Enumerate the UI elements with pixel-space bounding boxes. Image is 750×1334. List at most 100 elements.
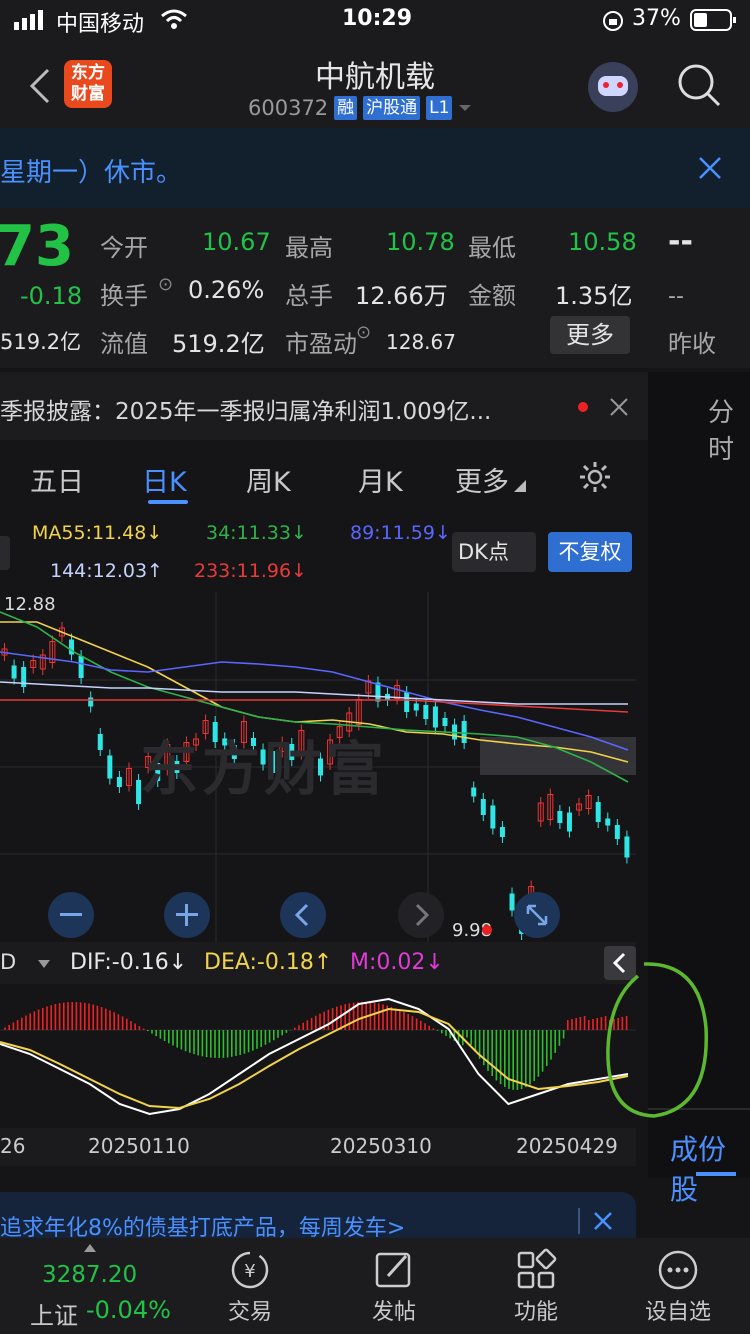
close-icon[interactable] [594,1212,612,1230]
macd-bar [495,1030,498,1081]
macd-bar [84,1002,86,1030]
more-button[interactable]: 更多 [550,316,630,354]
macd-bar [474,1030,477,1052]
info-icon[interactable]: ⊙ [158,274,173,295]
dk-point-button[interactable]: DK点 [452,532,536,572]
macd-bar [138,1026,141,1030]
macd-bar [113,1012,115,1030]
date-label: 20250429 [516,1134,618,1158]
prev-close-value: -- [668,224,693,259]
candle [595,802,601,822]
ma55-value: MA55:11.48↓ [32,522,163,544]
date-label: 26 [0,1134,26,1158]
tab-five-day[interactable]: 五日 [30,460,84,499]
macd-bar [558,1030,561,1046]
macd-bar [218,1030,220,1058]
macd-bar [163,1030,166,1042]
stock-code-line[interactable]: 600372 融 沪股通 L1 [248,96,472,120]
macd-bar [67,1002,69,1030]
adjust-type-button[interactable]: 不复权 [548,532,632,572]
unread-dot [578,402,588,412]
nav-trade-label: 交易 [227,1300,272,1325]
high-price-label: 12.88 [4,594,56,615]
news-text: 季报披露：2025年一季报归属净利润1.009亿... [0,399,492,425]
indicator-select[interactable]: D [0,950,16,974]
search-icon[interactable] [676,62,722,108]
macd-bar [189,1030,191,1053]
zoom-in-button[interactable] [164,892,210,938]
macd-bar [546,1030,548,1066]
label-low: 最低 [468,234,516,262]
trade-icon: ¥ [231,1251,269,1289]
macd-bar [21,1017,23,1030]
scroll-left-button[interactable] [280,892,326,938]
ma233-value: 233:11.96↓ [194,560,307,582]
nav-post-label: 发帖 [371,1300,416,1325]
zoom-out-button[interactable] [48,892,94,938]
macd-bar [491,1030,493,1077]
macd-bar [264,1030,267,1045]
macd-bar [436,1030,439,1031]
expand-up-icon[interactable] [84,1244,96,1252]
macd-bar [340,1005,342,1030]
value-pe: 128.67 [386,330,456,354]
ma34-value: 34:11.33↓ [206,522,307,544]
label-amount: 金额 [468,282,516,310]
macd-bar [75,1002,78,1030]
ma-legend: MA55:11.48↓ 34:11.33↓ 89:11.59↓ 144:12.0… [0,512,636,592]
macd-bar [197,1030,199,1056]
index-change: -0.04% [86,1296,171,1324]
macd-bar [361,1002,363,1030]
nav-post[interactable]: 发帖 [334,1240,454,1326]
tab-more[interactable]: 更多 [455,460,509,499]
news-bar[interactable]: 季报披露：2025年一季报归属净利润1.009亿... [0,372,648,440]
macd-bar [71,1002,73,1030]
index-value: 3287.20 [42,1262,138,1288]
tab-week-k[interactable]: 周K [246,460,291,499]
macd-bar [373,1002,376,1030]
macd-bar [281,1030,283,1036]
macd-bar [159,1030,162,1039]
candle [11,665,17,679]
macd-bar [399,1010,401,1030]
badge-connect: 沪股通 [363,96,421,120]
macd-bar [88,1003,90,1030]
gear-icon[interactable] [578,460,612,494]
macd-bar [533,1030,535,1082]
nav-trade[interactable]: ¥ 交易 [190,1240,310,1326]
fullscreen-button[interactable] [514,892,560,938]
macd-bar [243,1030,246,1054]
close-icon[interactable] [698,156,722,180]
info-icon[interactable]: ⊙ [356,322,371,343]
tab-month-k[interactable]: 月K [358,460,403,499]
candle [480,799,486,815]
macd-bar [302,1022,304,1030]
macd-bar [193,1030,195,1055]
nav-customize[interactable]: 设自选 [618,1240,738,1326]
legend-toggle[interactable] [0,536,10,570]
nav-functions[interactable]: 功能 [476,1240,596,1326]
macd-bar [331,1008,334,1030]
robot-assistant-icon[interactable] [588,62,638,112]
scroll-right-button[interactable] [398,892,444,938]
macd-bar [226,1030,229,1058]
watermark: 东方财富 [140,735,389,803]
value-turnover: 0.26% [188,276,265,304]
close-icon[interactable] [610,398,628,416]
macd-bar [201,1030,204,1057]
macd-bar [579,1017,582,1030]
value-high: 10.78 [386,228,455,256]
tab-day-k[interactable]: 日K [142,460,187,499]
macd-bar [214,1030,216,1058]
label-high: 最高 [285,234,333,262]
kline-chart[interactable]: 东方财富 12.88 9.98 [0,592,636,942]
value-amount: 1.35亿 [555,282,633,310]
macd-bar [109,1010,111,1030]
side-tab-constituents[interactable]: 成份股 [670,1128,750,1208]
macd-chart[interactable] [0,984,636,1124]
macd-bar [46,1006,48,1030]
side-tab-timeshare[interactable]: 分时 [708,392,750,466]
candle [557,811,563,823]
macd-bar [42,1007,44,1030]
macd-bar [33,1011,36,1030]
